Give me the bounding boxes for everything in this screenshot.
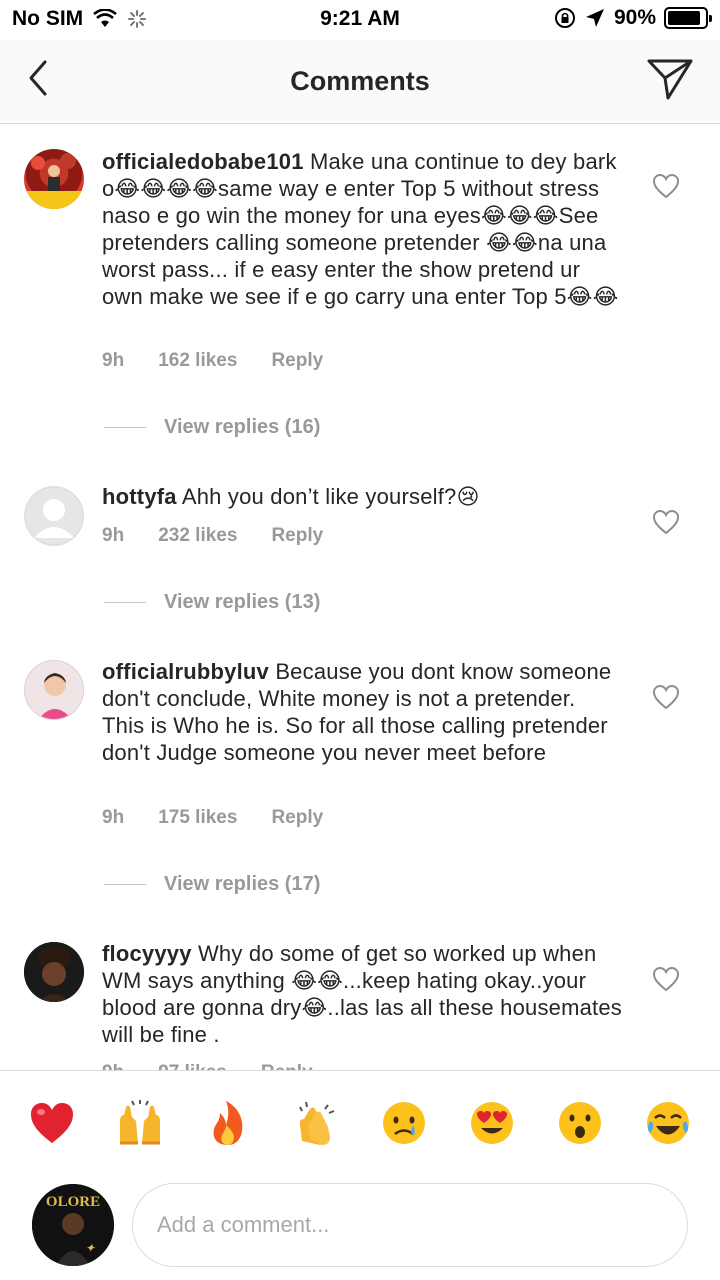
comment-time: 9h: [102, 525, 125, 546]
divider-line: [104, 602, 146, 603]
comment-time: 9h: [102, 1062, 124, 1070]
status-bar: No SIM 9:21 AM 90%: [0, 0, 720, 40]
location-arrow-icon: [585, 9, 604, 27]
comment-composer: OLORE ✦: [0, 1170, 720, 1280]
comment-likes[interactable]: 232 likes: [158, 525, 237, 547]
comment-text: officialrubbyluv Because you dont know s…: [102, 658, 622, 766]
reply-button[interactable]: Reply: [271, 525, 323, 547]
comment-meta: 9h 175 likes Reply: [102, 807, 357, 829]
comment-username[interactable]: officialedobabe101: [102, 149, 304, 174]
battery-percent: 90%: [613, 6, 656, 29]
view-replies-label: View replies (17): [164, 873, 321, 895]
avatar[interactable]: [24, 942, 84, 1002]
surprised-face-emoji-button[interactable]: [556, 1099, 604, 1147]
tears-of-joy-emoji-button[interactable]: [644, 1099, 692, 1147]
comment-meta: 9h 232 likes Reply: [102, 525, 357, 547]
comment-likes[interactable]: 175 likes: [158, 807, 237, 829]
comment-username[interactable]: flocyyyy: [102, 941, 192, 966]
heart-icon[interactable]: [652, 966, 680, 992]
comment-text: officialedobabe101 Make una continue to …: [102, 148, 622, 310]
comments-screen: No SIM 9:21 AM 90% Comments officialedob…: [0, 0, 720, 1280]
battery-icon: [664, 7, 712, 29]
comment-username[interactable]: officialrubbyluv: [102, 659, 269, 684]
view-replies-button[interactable]: View replies (17): [104, 873, 320, 896]
clapping-hands-emoji-button[interactable]: [292, 1099, 340, 1147]
heart-icon[interactable]: [652, 684, 680, 710]
reply-button[interactable]: Reply: [271, 807, 323, 829]
battery-fill: [668, 11, 701, 25]
avatar-photo: [24, 153, 84, 209]
avatar[interactable]: [24, 660, 84, 720]
comment-username[interactable]: hottyfa: [102, 484, 177, 509]
avatar-photo: OLORE ✦: [32, 1184, 114, 1266]
view-replies-button[interactable]: View replies (13): [104, 591, 320, 614]
crying-face-emoji-button[interactable]: [380, 1099, 428, 1147]
direct-message-icon[interactable]: [646, 56, 694, 102]
divider-line: [104, 427, 146, 428]
default-user-icon: [24, 486, 84, 546]
heart-icon[interactable]: [652, 509, 680, 535]
status-right: 90%: [554, 6, 712, 30]
raising-hands-emoji-button[interactable]: [116, 1099, 164, 1147]
comment-likes[interactable]: 162 likes: [158, 350, 237, 372]
reply-button[interactable]: Reply: [261, 1062, 313, 1070]
svg-text:✦: ✦: [85, 1241, 96, 1255]
comment-text: hottyfa Ahh you don’t like yourself?😢: [102, 483, 622, 510]
comments-list[interactable]: officialedobabe101 Make una continue to …: [0, 125, 720, 1070]
avatar[interactable]: [24, 149, 84, 209]
current-user-avatar[interactable]: OLORE ✦: [32, 1184, 114, 1266]
comment-meta: 9h 97 likes Reply: [102, 1062, 347, 1070]
emoji-quick-bar: [0, 1070, 720, 1170]
divider-line: [104, 884, 146, 885]
avatar[interactable]: [24, 486, 84, 546]
heart-eyes-emoji-button[interactable]: [468, 1099, 516, 1147]
orientation-lock-icon: [554, 8, 575, 28]
comment-likes[interactable]: 97 likes: [158, 1062, 227, 1070]
comment-input[interactable]: [132, 1183, 688, 1267]
view-replies-label: View replies (13): [164, 591, 321, 613]
view-replies-label: View replies (16): [164, 416, 321, 438]
avatar-photo: [25, 661, 83, 719]
view-replies-button[interactable]: View replies (16): [104, 416, 320, 439]
comment-content: Ahh you don’t like yourself?😢: [181, 484, 480, 509]
comment-meta: 9h 162 likes Reply: [102, 350, 357, 372]
comment-time: 9h: [102, 807, 125, 828]
page-title: Comments: [290, 66, 430, 96]
navigation-bar: Comments: [0, 40, 720, 124]
red-heart-emoji-button[interactable]: [28, 1099, 76, 1147]
comment-time: 9h: [102, 350, 125, 371]
reply-button[interactable]: Reply: [271, 350, 323, 372]
comment-text: flocyyyy Why do some of get so worked up…: [102, 940, 622, 1048]
fire-emoji-button[interactable]: [204, 1099, 252, 1147]
avatar-logo-text: OLORE: [46, 1194, 100, 1210]
avatar-photo: [24, 942, 84, 1002]
heart-icon[interactable]: [652, 173, 680, 199]
